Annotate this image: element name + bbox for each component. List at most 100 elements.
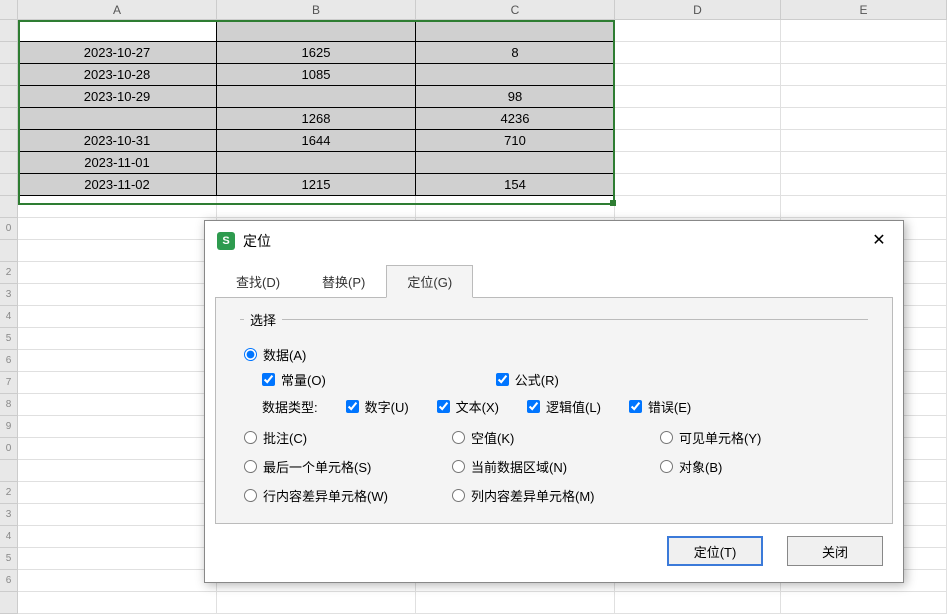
tab-goto[interactable]: 定位(G) <box>386 265 473 298</box>
row-header[interactable] <box>0 240 18 262</box>
check-error[interactable]: 错误(E) <box>629 397 691 416</box>
cell[interactable] <box>781 86 947 108</box>
column-header-E[interactable]: E <box>781 0 947 20</box>
cell[interactable] <box>18 592 217 614</box>
row-header[interactable] <box>0 108 18 130</box>
cell[interactable]: 1644 <box>217 130 416 152</box>
option-object[interactable]: 对象(B) <box>660 457 840 476</box>
checkbox-text[interactable] <box>437 400 450 413</box>
cell[interactable] <box>217 152 416 174</box>
cell[interactable] <box>217 592 416 614</box>
checkbox-number[interactable] <box>346 400 359 413</box>
cell[interactable] <box>615 42 781 64</box>
cell[interactable] <box>217 196 416 218</box>
cell[interactable] <box>615 108 781 130</box>
cell[interactable] <box>416 196 615 218</box>
option-currentregion[interactable]: 当前数据区域(N) <box>452 457 660 476</box>
row-header[interactable] <box>0 460 18 482</box>
cell[interactable] <box>781 130 947 152</box>
tab-find[interactable]: 查找(D) <box>215 265 301 298</box>
close-icon[interactable]: ✕ <box>867 229 891 253</box>
checkbox-formula[interactable] <box>496 373 509 386</box>
row-header[interactable] <box>0 20 18 42</box>
option-blank[interactable]: 空值(K) <box>452 428 660 447</box>
cell[interactable]: 1215 <box>217 174 416 196</box>
option-data[interactable]: 数据(A) <box>244 345 306 364</box>
row-header[interactable]: 0 <box>0 218 18 240</box>
cell[interactable]: 154 <box>416 174 615 196</box>
checkbox-error[interactable] <box>629 400 642 413</box>
check-constant[interactable]: 常量(O) <box>262 370 326 389</box>
cell[interactable] <box>18 438 217 460</box>
cell[interactable] <box>615 20 781 42</box>
cell[interactable]: 1268 <box>217 108 416 130</box>
cell[interactable]: 2023-10-28 <box>18 64 217 86</box>
cell[interactable] <box>18 504 217 526</box>
radio-visible[interactable] <box>660 431 673 444</box>
column-header-D[interactable]: D <box>615 0 781 20</box>
cell[interactable] <box>18 196 217 218</box>
row-header[interactable]: 3 <box>0 284 18 306</box>
row-header[interactable] <box>0 86 18 108</box>
cell[interactable] <box>18 416 217 438</box>
radio-lastcell[interactable] <box>244 460 257 473</box>
cell[interactable] <box>615 152 781 174</box>
cell[interactable] <box>217 86 416 108</box>
radio-currentregion[interactable] <box>452 460 465 473</box>
cell[interactable]: 2023-10-29 <box>18 86 217 108</box>
cell[interactable] <box>781 64 947 86</box>
cell[interactable] <box>781 20 947 42</box>
cell[interactable]: 2023-10-27 <box>18 42 217 64</box>
cell[interactable] <box>18 350 217 372</box>
row-header[interactable]: 2 <box>0 262 18 284</box>
cell[interactable] <box>217 20 416 42</box>
cell[interactable] <box>416 64 615 86</box>
row-header[interactable]: 8 <box>0 394 18 416</box>
cell[interactable]: 1085 <box>217 64 416 86</box>
cell[interactable] <box>18 460 217 482</box>
column-header-C[interactable]: C <box>416 0 615 20</box>
check-logic[interactable]: 逻辑值(L) <box>527 397 601 416</box>
cell[interactable] <box>615 130 781 152</box>
cell[interactable] <box>781 108 947 130</box>
cell[interactable]: 2023-10-31 <box>18 130 217 152</box>
cell[interactable] <box>781 592 947 614</box>
row-header[interactable] <box>0 174 18 196</box>
cell[interactable] <box>18 306 217 328</box>
cell[interactable]: 4236 <box>416 108 615 130</box>
row-header[interactable]: 4 <box>0 306 18 328</box>
option-coldiff[interactable]: 列内容差异单元格(M) <box>452 486 660 505</box>
cell[interactable] <box>416 152 615 174</box>
option-visible[interactable]: 可见单元格(Y) <box>660 428 840 447</box>
radio-coldiff[interactable] <box>452 489 465 502</box>
column-header-A[interactable]: A <box>18 0 217 20</box>
cell[interactable] <box>18 482 217 504</box>
radio-rowdiff[interactable] <box>244 489 257 502</box>
cell[interactable] <box>18 262 217 284</box>
check-text[interactable]: 文本(X) <box>437 397 499 416</box>
row-header[interactable]: 4 <box>0 526 18 548</box>
cell[interactable] <box>615 174 781 196</box>
cell[interactable] <box>416 592 615 614</box>
option-rowdiff[interactable]: 行内容差异单元格(W) <box>244 486 452 505</box>
row-header[interactable] <box>0 64 18 86</box>
cell[interactable]: 8 <box>416 42 615 64</box>
row-header[interactable] <box>0 196 18 218</box>
row-header[interactable]: 0 <box>0 438 18 460</box>
cell[interactable] <box>615 196 781 218</box>
cell[interactable] <box>781 196 947 218</box>
goto-button[interactable]: 定位(T) <box>667 536 763 566</box>
cell[interactable] <box>416 20 615 42</box>
row-header[interactable]: 6 <box>0 350 18 372</box>
cell[interactable] <box>18 372 217 394</box>
row-header[interactable]: 7 <box>0 372 18 394</box>
option-comment[interactable]: 批注(C) <box>244 428 452 447</box>
cell[interactable] <box>18 328 217 350</box>
check-number[interactable]: 数字(U) <box>346 397 409 416</box>
cell[interactable] <box>781 42 947 64</box>
row-header[interactable]: 6 <box>0 570 18 592</box>
cell[interactable]: 710 <box>416 130 615 152</box>
select-all-corner[interactable] <box>0 0 18 20</box>
column-header-B[interactable]: B <box>217 0 416 20</box>
check-formula[interactable]: 公式(R) <box>496 370 559 389</box>
